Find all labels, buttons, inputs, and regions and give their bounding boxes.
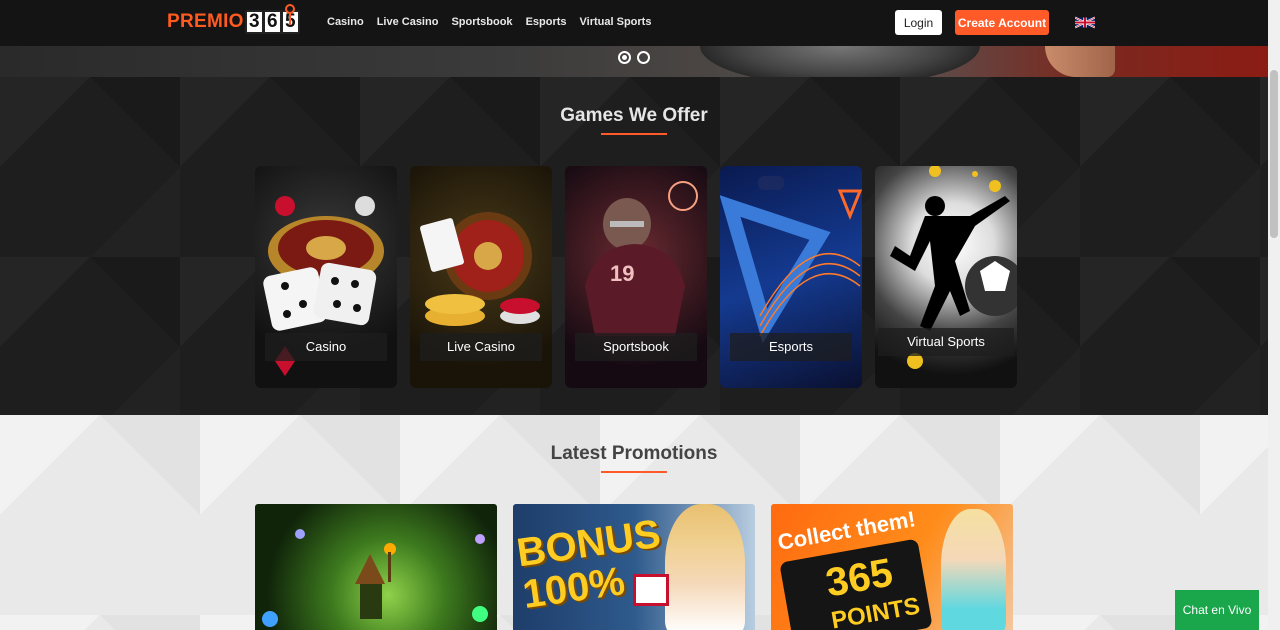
game-card-casino[interactable]: Casino (255, 166, 397, 388)
scrollbar-thumb[interactable] (1270, 70, 1278, 238)
nav-esports[interactable]: Esports (526, 16, 567, 28)
promo-woman-image (665, 504, 745, 630)
gnome-illustration-icon (262, 529, 488, 627)
logo-word: PREMIO (167, 11, 244, 32)
nav-sportsbook[interactable]: Sportsbook (451, 16, 512, 28)
main-nav: Casino Live Casino Sportsbook Esports Vi… (327, 16, 651, 28)
card-label: Sportsbook (575, 333, 697, 361)
carousel-dots (618, 51, 650, 64)
games-title: Games We Offer (560, 105, 708, 126)
site-logo[interactable]: PREMIO 3 6 5 (167, 4, 300, 38)
carousel-dot-2[interactable] (637, 51, 650, 64)
promotions-title: Latest Promotions (550, 443, 718, 464)
logo-digit: 3 (244, 10, 264, 34)
card-label: Casino (265, 333, 387, 361)
live-chat-button[interactable]: Chat en Vivo (1175, 590, 1259, 630)
games-section: Games We Offer Casino Live Casino 19 Spo… (0, 77, 1268, 415)
create-account-button[interactable]: Create Account (955, 10, 1049, 35)
promo-woman-image (941, 509, 1006, 630)
uk-flag-icon[interactable] (1075, 16, 1095, 29)
card-label: Live Casino (420, 333, 542, 361)
nav-virtual-sports[interactable]: Virtual Sports (580, 16, 652, 28)
page-scrollbar[interactable] (1268, 0, 1280, 630)
game-card-virtual-sports[interactable]: Virtual Sports (875, 166, 1017, 388)
promotions-section: Latest Promotions BONUS 100% Collect the… (0, 415, 1268, 630)
card-label: Esports (730, 333, 852, 361)
title-underline (601, 471, 667, 473)
games-cards: Casino Live Casino 19 Sportsbook Esports… (255, 166, 1017, 388)
game-card-sportsbook[interactable]: 19 Sportsbook (565, 166, 707, 388)
promo-card-gnome[interactable] (255, 504, 497, 630)
nav-casino[interactable]: Casino (327, 16, 364, 28)
login-button[interactable]: Login (895, 10, 942, 35)
nav-live-casino[interactable]: Live Casino (377, 16, 439, 28)
gift-icon (633, 574, 669, 606)
key-stem (289, 13, 291, 25)
promo-card-points[interactable]: Collect them! 365 POINTS (771, 504, 1013, 630)
title-underline (601, 133, 667, 135)
logo-digit: 6 (262, 10, 282, 34)
promotions-row: BONUS 100% Collect them! 365 POINTS (255, 504, 1013, 630)
game-card-esports[interactable]: Esports (720, 166, 862, 388)
card-label: Virtual Sports (878, 328, 1014, 356)
svg-text:19: 19 (610, 261, 634, 286)
banner-hand-image (1045, 46, 1115, 77)
roulette-image (700, 46, 980, 77)
site-header: PREMIO 3 6 5 Casino Live Casino Sportsbo… (0, 0, 1268, 46)
carousel-dot-1[interactable] (618, 51, 631, 64)
promo-card-bonus[interactable]: BONUS 100% (513, 504, 755, 630)
game-card-live-casino[interactable]: Live Casino (410, 166, 552, 388)
